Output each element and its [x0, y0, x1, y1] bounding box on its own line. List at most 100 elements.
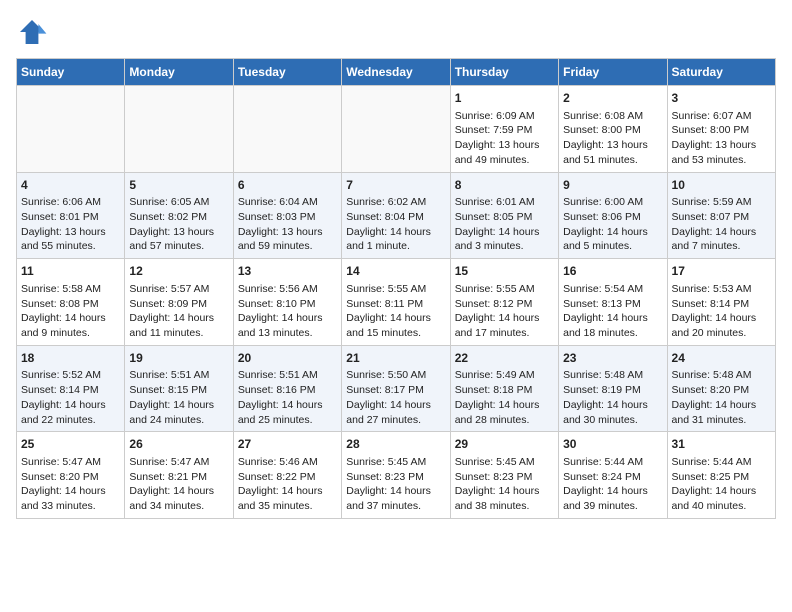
weekday-header-thursday: Thursday — [450, 59, 558, 86]
sunrise-text: Sunrise: 5:56 AM — [238, 283, 318, 295]
weekday-header-wednesday: Wednesday — [342, 59, 450, 86]
daylight-text: Daylight: 14 hours and 35 minutes. — [238, 485, 323, 512]
daylight-text: Daylight: 14 hours and 7 minutes. — [672, 226, 757, 253]
calendar-cell: 16Sunrise: 5:54 AMSunset: 8:13 PMDayligh… — [559, 259, 667, 346]
sunset-text: Sunset: 8:23 PM — [455, 471, 533, 483]
sunset-text: Sunset: 7:59 PM — [455, 124, 533, 136]
sunset-text: Sunset: 8:06 PM — [563, 211, 641, 223]
daylight-text: Daylight: 14 hours and 5 minutes. — [563, 226, 648, 253]
sunset-text: Sunset: 8:00 PM — [563, 124, 641, 136]
sunset-text: Sunset: 8:13 PM — [563, 298, 641, 310]
calendar-week-3: 11 Sunrise: 5:58 AM Sunset: 8:08 PM Dayligh… — [17, 259, 776, 346]
sunrise-text: Sunrise: 5:57 AM — [129, 283, 209, 295]
sunrise-text: Sunrise: 5:49 AM — [455, 369, 535, 381]
sunrise-text: Sunrise: 6:00 AM — [563, 196, 643, 208]
sunrise-text: Sunrise: 5:52 AM — [21, 369, 101, 381]
day-number: 16 — [563, 263, 662, 280]
daylight-text: Daylight: 13 hours and 59 minutes. — [238, 226, 323, 253]
sunset-text: Sunset: 8:17 PM — [346, 384, 424, 396]
sunrise-text: Sunrise: 5:45 AM — [455, 456, 535, 468]
logo-icon — [16, 16, 48, 48]
sunset-text: Sunset: 8:18 PM — [455, 384, 533, 396]
sunset-text: Sunset: 8:02 PM — [129, 211, 207, 223]
calendar-body: 1Sunrise: 6:09 AMSunset: 7:59 PMDaylight… — [17, 86, 776, 519]
sunset-text: Sunset: 8:11 PM — [346, 298, 423, 310]
day-number: 8 — [455, 177, 554, 194]
day-number: 25 — [21, 436, 120, 453]
calendar-cell: 31Sunrise: 5:44 AMSunset: 8:25 PMDayligh… — [667, 432, 775, 519]
weekday-header-monday: Monday — [125, 59, 233, 86]
sunset-text: Sunset: 8:09 PM — [129, 298, 207, 310]
daylight-text: Daylight: 14 hours and 3 minutes. — [455, 226, 540, 253]
sunset-text: Sunset: 8:03 PM — [238, 211, 316, 223]
calendar-cell: 23Sunrise: 5:48 AMSunset: 8:19 PMDayligh… — [559, 345, 667, 432]
sunrise-text: Sunrise: 5:47 AM — [21, 456, 101, 468]
daylight-text: Daylight: 14 hours and 39 minutes. — [563, 485, 648, 512]
day-number: 29 — [455, 436, 554, 453]
sunset-text: Sunset: 8:12 PM — [455, 298, 533, 310]
daylight-text: Daylight: 13 hours and 53 minutes. — [672, 139, 757, 166]
sunset-text: Sunset: 8:23 PM — [346, 471, 424, 483]
daylight-text: Daylight: 14 hours and 33 minutes. — [21, 485, 106, 512]
sunrise-text: Sunrise: 5:45 AM — [346, 456, 426, 468]
sunrise-text: Sunrise: 5:44 AM — [672, 456, 752, 468]
sunrise-text: Sunrise: 5:58 AM — [21, 283, 101, 295]
day-number: 20 — [238, 350, 337, 367]
sunset-text: Sunset: 8:19 PM — [563, 384, 641, 396]
calendar-cell: 13Sunrise: 5:56 AMSunset: 8:10 PMDayligh… — [233, 259, 341, 346]
day-number: 18 — [21, 350, 120, 367]
sunrise-text: Sunrise: 5:47 AM — [129, 456, 209, 468]
sunrise-text: Sunrise: 6:04 AM — [238, 196, 318, 208]
sunrise-text: Sunrise: 6:02 AM — [346, 196, 426, 208]
daylight-text: Daylight: 14 hours and 28 minutes. — [455, 399, 540, 426]
calendar-cell: 24Sunrise: 5:48 AMSunset: 8:20 PMDayligh… — [667, 345, 775, 432]
day-number: 13 — [238, 263, 337, 280]
sunrise-text: Sunrise: 5:55 AM — [346, 283, 426, 295]
sunset-text: Sunset: 8:08 PM — [21, 298, 99, 310]
calendar-cell: 26Sunrise: 5:47 AMSunset: 8:21 PMDayligh… — [125, 432, 233, 519]
sunset-text: Sunset: 8:20 PM — [21, 471, 99, 483]
daylight-text: Daylight: 13 hours and 55 minutes. — [21, 226, 106, 253]
calendar-cell: 2Sunrise: 6:08 AMSunset: 8:00 PMDaylight… — [559, 86, 667, 173]
calendar-table: SundayMondayTuesdayWednesdayThursdayFrid… — [16, 58, 776, 519]
calendar-cell: 8Sunrise: 6:01 AMSunset: 8:05 PMDaylight… — [450, 172, 558, 259]
sunrise-text: Sunrise: 5:59 AM — [672, 196, 752, 208]
day-number: 27 — [238, 436, 337, 453]
sunrise-text: Sunrise: 5:48 AM — [672, 369, 752, 381]
day-number: 1 — [455, 90, 554, 107]
day-number: 10 — [672, 177, 771, 194]
calendar-cell: 12Sunrise: 5:57 AMSunset: 8:09 PMDayligh… — [125, 259, 233, 346]
daylight-text: Daylight: 14 hours and 30 minutes. — [563, 399, 648, 426]
day-number: 4 — [21, 177, 120, 194]
daylight-text: Daylight: 14 hours and 40 minutes. — [672, 485, 757, 512]
sunset-text: Sunset: 8:16 PM — [238, 384, 316, 396]
daylight-text: Daylight: 14 hours and 17 minutes. — [455, 312, 540, 339]
daylight-text: Daylight: 14 hours and 15 minutes. — [346, 312, 431, 339]
day-number: 11 — [21, 263, 120, 280]
calendar-cell: 21Sunrise: 5:50 AMSunset: 8:17 PMDayligh… — [342, 345, 450, 432]
day-number: 21 — [346, 350, 445, 367]
calendar-week-5: 25 Sunrise: 5:47 AM Sunset: 8:20 PM Dayligh… — [17, 432, 776, 519]
day-number: 26 — [129, 436, 228, 453]
daylight-text: Daylight: 14 hours and 20 minutes. — [672, 312, 757, 339]
daylight-text: Daylight: 13 hours and 57 minutes. — [129, 226, 214, 253]
daylight-text: Daylight: 14 hours and 38 minutes. — [455, 485, 540, 512]
sunset-text: Sunset: 8:14 PM — [21, 384, 99, 396]
calendar-cell: 4Sunrise: 6:06 AMSunset: 8:01 PMDaylight… — [17, 172, 125, 259]
sunset-text: Sunset: 8:24 PM — [563, 471, 641, 483]
day-number: 19 — [129, 350, 228, 367]
sunrise-text: Sunrise: 5:50 AM — [346, 369, 426, 381]
sunset-text: Sunset: 8:10 PM — [238, 298, 316, 310]
sunrise-text: Sunrise: 6:05 AM — [129, 196, 209, 208]
calendar-cell: 1Sunrise: 6:09 AMSunset: 7:59 PMDaylight… — [450, 86, 558, 173]
daylight-text: Daylight: 14 hours and 22 minutes. — [21, 399, 106, 426]
calendar-cell: 27Sunrise: 5:46 AMSunset: 8:22 PMDayligh… — [233, 432, 341, 519]
sunrise-text: Sunrise: 5:51 AM — [238, 369, 318, 381]
day-number: 31 — [672, 436, 771, 453]
weekday-header-row: SundayMondayTuesdayWednesdayThursdayFrid… — [17, 59, 776, 86]
calendar-cell: 29 Sunrise: 5:45 AM Sunset: 8:23 PM Dayligh… — [450, 432, 558, 519]
calendar-cell: 11Sunrise: 5:58 AMSunset: 8:08 PMDayligh… — [17, 259, 125, 346]
sunrise-text: Sunrise: 6:06 AM — [21, 196, 101, 208]
sunrise-text: Sunrise: 5:53 AM — [672, 283, 752, 295]
calendar-cell: 9Sunrise: 6:00 AMSunset: 8:06 PMDaylight… — [559, 172, 667, 259]
